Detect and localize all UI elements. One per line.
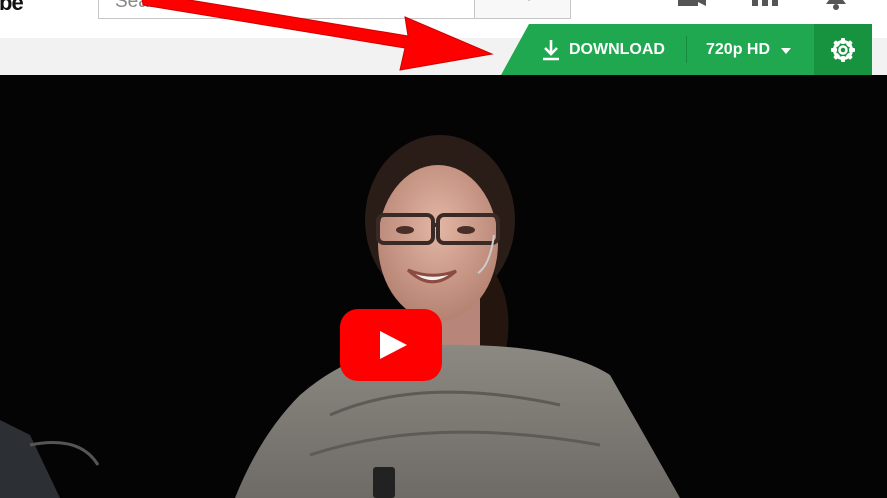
settings-button[interactable]	[814, 24, 872, 75]
video-thumbnail	[0, 135, 680, 498]
notifications-bell-icon[interactable]	[823, 0, 849, 12]
quality-dropdown[interactable]: 720p HD	[706, 24, 792, 75]
create-video-icon[interactable]	[678, 0, 708, 8]
search-input[interactable]: Search	[98, 0, 474, 19]
youtube-logo[interactable]: be	[0, 0, 24, 16]
download-label: DOWNLOAD	[569, 40, 665, 58]
gear-icon	[831, 37, 855, 62]
download-button[interactable]: DOWNLOAD	[542, 24, 665, 75]
apps-grid-icon[interactable]	[752, 0, 778, 10]
toolbar-divider	[686, 36, 687, 63]
download-icon	[543, 39, 559, 60]
search-icon	[528, 0, 530, 1]
search-placeholder: Search	[115, 0, 176, 12]
play-icon[interactable]	[340, 309, 442, 381]
download-toolbar: DOWNLOAD 720p HD	[501, 24, 872, 75]
quality-label: 720p HD	[706, 40, 771, 58]
caret-down-icon	[781, 47, 792, 54]
video-player[interactable]	[0, 75, 887, 498]
search-button[interactable]	[474, 0, 571, 19]
